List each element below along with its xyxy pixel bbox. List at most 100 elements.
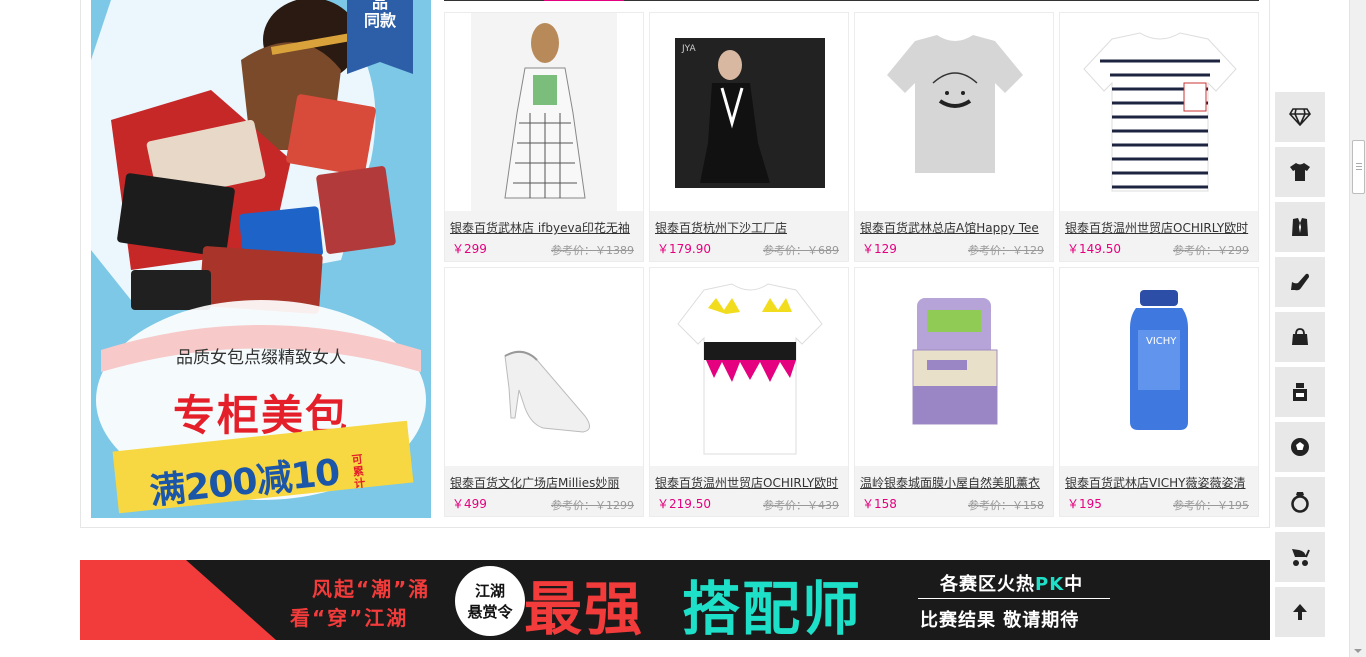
- banner-headline-1: 最强: [524, 575, 645, 640]
- svg-text:JYA: JYA: [681, 44, 696, 54]
- banner-status-post: 中: [1064, 574, 1084, 595]
- svg-text:VICHY: VICHY: [1146, 336, 1177, 347]
- banner-circle-line1: 江湖: [474, 582, 505, 600]
- product-image-print-tee: [677, 283, 823, 455]
- product-image[interactable]: [445, 268, 643, 466]
- product-name[interactable]: 温岭银泰城面膜小屋自然美肌薰衣: [860, 474, 1048, 491]
- product-image-mask-jar: [912, 298, 998, 425]
- scroll-down-arrow-icon[interactable]: [1354, 649, 1362, 653]
- nav-sports-button[interactable]: [1275, 422, 1325, 472]
- scrollbar-thumb[interactable]: [1352, 140, 1365, 194]
- product-ref-price: 参考价：￥689: [763, 244, 839, 257]
- product-ref-price: 参考价：￥1389: [551, 244, 634, 257]
- product-name[interactable]: 银泰百货武林总店A馆Happy Tee: [860, 219, 1048, 236]
- product-card[interactable]: 银泰百货武林店 ifbyeva印花无袖 ￥299 参考价：￥1389: [444, 12, 644, 262]
- product-name[interactable]: 银泰百货武林店VICHY薇姿薇姿清: [1065, 474, 1253, 491]
- product-image-black-dress: JYA: [675, 38, 825, 188]
- nav-men-clothing-button[interactable]: [1275, 202, 1325, 252]
- product-image[interactable]: [1060, 13, 1258, 211]
- nav-shoes-button[interactable]: [1275, 257, 1325, 307]
- nav-women-clothing-button[interactable]: [1275, 147, 1325, 197]
- product-card[interactable]: 银泰百货温州世贸店OCHIRLY欧时 ￥219.50 参考价：￥439: [649, 267, 849, 517]
- banner-result-line: 比赛结果 敬请期待: [920, 610, 1080, 631]
- product-name[interactable]: 银泰百货文化广场店Millies妙丽: [450, 474, 638, 491]
- product-image-striped-tee: [1083, 32, 1237, 192]
- product-price: ￥299: [452, 242, 487, 256]
- product-name[interactable]: 银泰百货武林店 ifbyeva印花无袖: [450, 219, 638, 236]
- nav-bags-button[interactable]: [1275, 312, 1325, 362]
- product-image[interactable]: [650, 268, 848, 466]
- banner-headline-2: 搭配师: [682, 575, 863, 640]
- product-name[interactable]: 银泰百货温州世贸店OCHIRLY欧时: [1065, 219, 1253, 236]
- banner-circle-line2: 悬赏令: [467, 603, 513, 621]
- product-price: ￥129: [862, 242, 897, 256]
- product-info: 银泰百货温州世贸店OCHIRLY欧时 ￥219.50 参考价：￥439: [650, 466, 848, 516]
- product-info: 银泰百货文化广场店Millies妙丽 ￥499 参考价：￥1299: [445, 466, 643, 516]
- product-card[interactable]: 银泰百货温州世贸店OCHIRLY欧时 ￥149.50 参考价：￥299: [1059, 12, 1259, 262]
- product-price: ￥158: [862, 497, 897, 511]
- product-name[interactable]: 银泰百货杭州下沙工厂店: [655, 219, 843, 236]
- page: 品 同款 品质女包点缀精致女人 专柜美包 满200减10 可累计 银泰百货武林店…: [0, 0, 1366, 657]
- product-image[interactable]: [855, 268, 1053, 466]
- diamond-icon: [1289, 108, 1311, 126]
- banner-slogan-2: 看“穿”江湖: [290, 606, 409, 630]
- promo-subtitle: 品质女包点缀精致女人: [176, 348, 346, 368]
- product-info: 银泰百货武林店VICHY薇姿薇姿清 ￥195 参考价：￥195: [1060, 466, 1258, 516]
- nav-accessories-button[interactable]: [1275, 477, 1325, 527]
- back-to-top-button[interactable]: [1275, 587, 1325, 637]
- floor-divider-accent: [544, 0, 624, 1]
- product-image[interactable]: [855, 13, 1053, 211]
- product-ref-price: 参考价：￥299: [1173, 244, 1249, 257]
- product-ref-price: 参考价：￥439: [763, 499, 839, 512]
- product-image-grey-tee: [887, 35, 1023, 173]
- product-info: 银泰百货杭州下沙工厂店 ￥179.90 参考价：￥689: [650, 211, 848, 261]
- cosmetics-icon: [1293, 383, 1307, 401]
- promo-badge-line2: 同款: [363, 11, 396, 30]
- handbag-icon: [1292, 328, 1308, 345]
- product-info: 温岭银泰城面膜小屋自然美肌薰衣 ￥158 参考价：￥158: [855, 466, 1053, 516]
- banner-status-pre: 各赛区火热: [940, 574, 1035, 595]
- back-to-top-icon: [1293, 604, 1307, 620]
- banner-divider: [918, 598, 1110, 599]
- product-price: ￥195: [1067, 497, 1102, 511]
- nav-baby-button[interactable]: [1275, 532, 1325, 582]
- product-info: 银泰百货温州世贸店OCHIRLY欧时 ￥149.50 参考价：￥299: [1060, 211, 1258, 261]
- product-ref-price: 参考价：￥129: [968, 244, 1044, 257]
- product-card[interactable]: 银泰百货武林总店A馆Happy Tee ￥129 参考价：￥129: [854, 12, 1054, 262]
- product-image[interactable]: JYA: [650, 13, 848, 211]
- product-image[interactable]: VICHY: [1060, 268, 1258, 466]
- product-price: ￥499: [452, 497, 487, 511]
- nav-cosmetics-button[interactable]: [1275, 367, 1325, 417]
- product-image-dress: [471, 13, 617, 211]
- floor-divider: [444, 0, 1259, 1]
- baby-stroller-icon: [1292, 549, 1310, 566]
- banner-status-pk: PK: [1035, 574, 1065, 595]
- product-image-heel: [504, 350, 590, 433]
- soccer-ball-icon: [1291, 438, 1309, 456]
- high-heel-icon: [1291, 273, 1309, 291]
- nav-jewelry-button[interactable]: [1275, 92, 1325, 142]
- product-info: 银泰百货武林总店A馆Happy Tee ￥129 参考价：￥129: [855, 211, 1053, 261]
- product-price: ￥179.90: [657, 242, 711, 256]
- product-image[interactable]: [445, 13, 643, 211]
- product-ref-price: 参考价：￥1299: [551, 499, 634, 512]
- product-card[interactable]: VICHY 银泰百货武林店VICHY薇姿薇姿清 ￥195 参考价：￥195: [1059, 267, 1259, 517]
- product-price: ￥149.50: [1067, 242, 1121, 256]
- product-price: ￥219.50: [657, 497, 711, 511]
- product-info: 银泰百货武林店 ifbyeva印花无袖 ￥299 参考价：￥1389: [445, 211, 643, 261]
- product-ref-price: 参考价：￥195: [1173, 499, 1249, 512]
- product-card[interactable]: 温岭银泰城面膜小屋自然美肌薰衣 ￥158 参考价：￥158: [854, 267, 1054, 517]
- banner-slogan-1: 风起“潮”涌: [312, 577, 431, 601]
- product-ref-price: 参考价：￥158: [968, 499, 1044, 512]
- promo-banner[interactable]: 品 同款 品质女包点缀精致女人 专柜美包 满200减10 可累计: [91, 0, 431, 518]
- product-card[interactable]: JYA 银泰百货杭州下沙工厂店 ￥179.90 参考价：￥689: [649, 12, 849, 262]
- banner-status-line: 各赛区火热PK中: [940, 570, 1083, 596]
- product-card[interactable]: 银泰百货文化广场店Millies妙丽 ￥499 参考价：￥1299: [444, 267, 644, 517]
- stylist-contest-banner[interactable]: 风起“潮”涌 看“穿”江湖 江湖 悬赏令 最强 搭配师 各赛区火热PK中 比赛结…: [80, 560, 1270, 640]
- banner-circle-badge: 江湖 悬赏令: [455, 566, 525, 636]
- ring-icon: [1291, 492, 1309, 513]
- tshirt-icon: [1290, 163, 1310, 181]
- product-image-blue-bottle: VICHY: [1130, 290, 1188, 430]
- vertical-scrollbar[interactable]: [1349, 0, 1366, 657]
- product-name[interactable]: 银泰百货温州世贸店OCHIRLY欧时: [655, 474, 843, 491]
